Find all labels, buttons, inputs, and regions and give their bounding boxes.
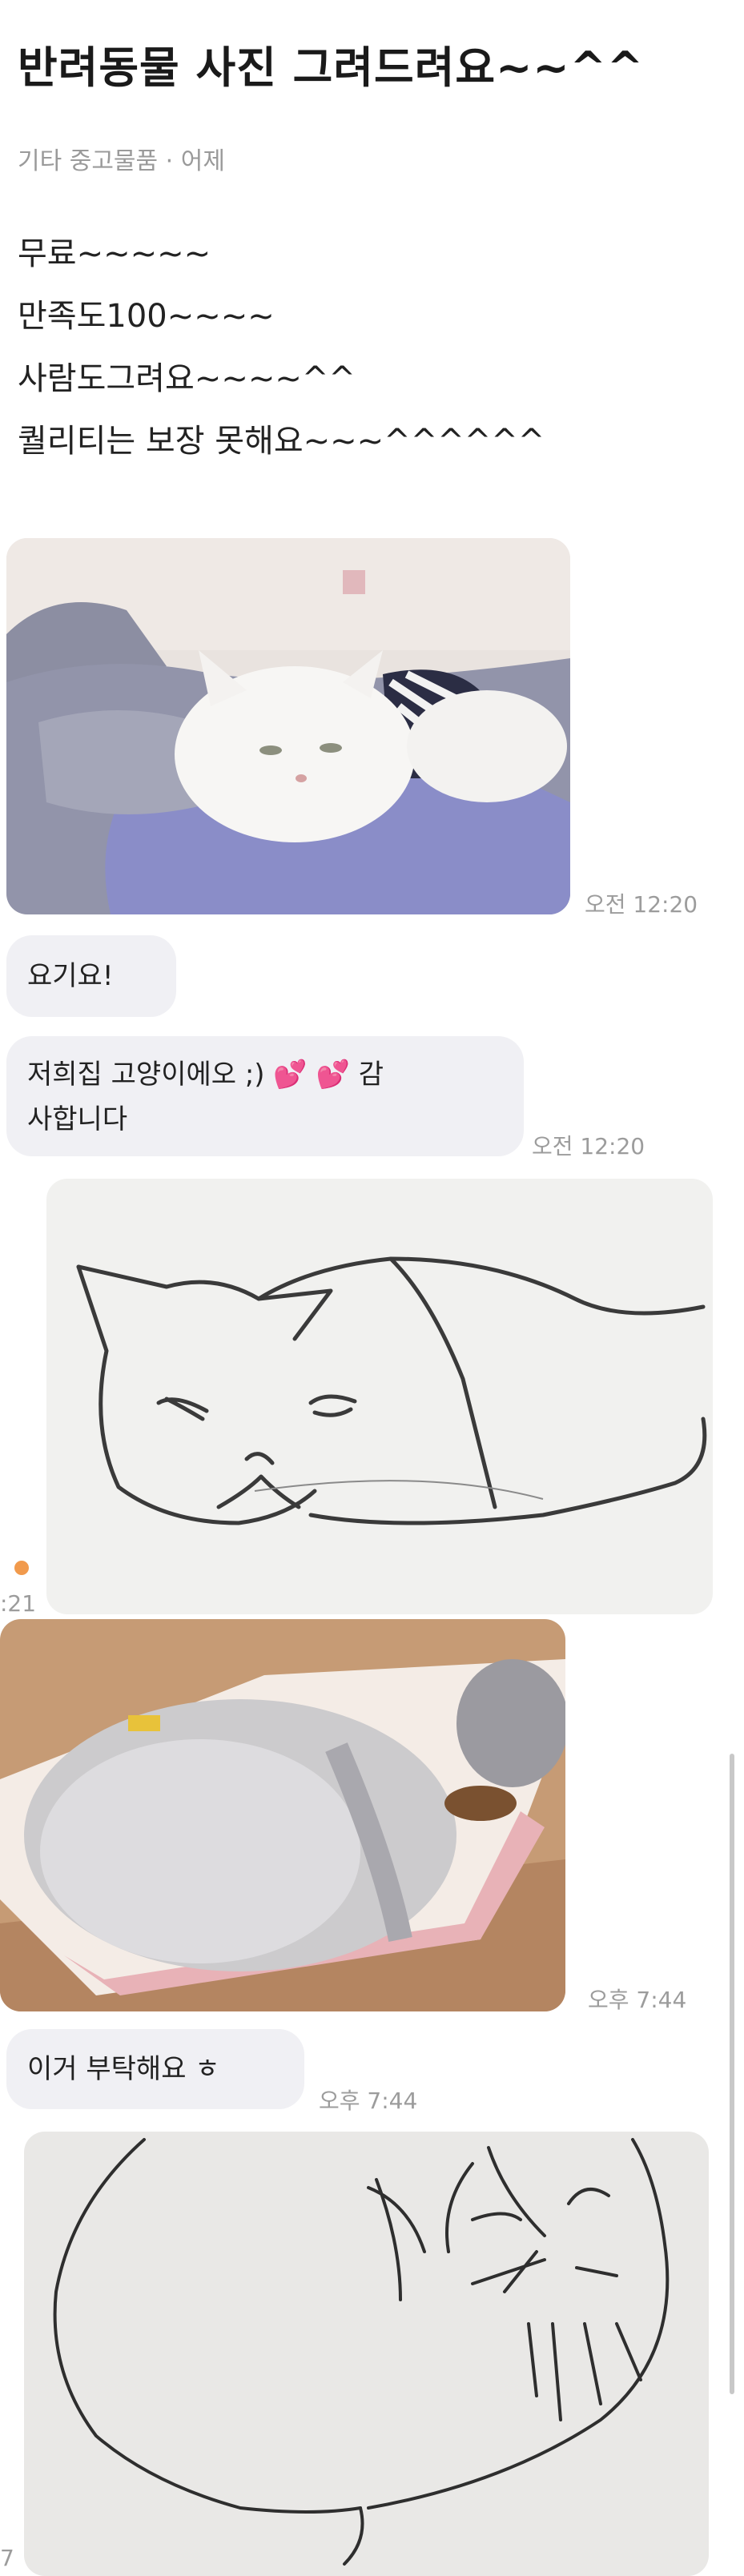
post-meta: 기타 중고물품 · 어제: [18, 147, 225, 175]
message-time-fragment: :21: [0, 1590, 37, 1617]
message-time: 오후 7:44: [588, 1987, 687, 2013]
cat-drawing-sketch-1[interactable]: [46, 1179, 713, 1614]
chat-bubble: 저희집 고양이에오 ;) 💕 💕 감 사합니다: [6, 1036, 524, 1156]
post-body: 무료~~~~~ 만족도100~~~~ 사람도그려요~~~~^^ 퀄리티는 보장 …: [18, 223, 545, 472]
post-body-line: 사람도그려요~~~~^^: [18, 360, 356, 397]
cat-drawing-sketch-2[interactable]: [24, 2132, 709, 2576]
chat-bubble-text: 저희집 고양이에오 ;): [27, 1059, 265, 1091]
message-time: 오전 12:20: [532, 1133, 645, 1159]
chat-bubble-text: 이거 부탁해요 ㅎ: [27, 2053, 220, 2085]
cat-photo-white-cat-bed[interactable]: [6, 538, 570, 914]
chat-bubble: 요기요!: [6, 935, 176, 1017]
scrollbar[interactable]: [730, 1754, 734, 2394]
unread-dot: [14, 1561, 29, 1575]
post-body-line: 무료~~~~~: [18, 235, 211, 272]
two-hearts-emoji: 💕 💕: [273, 1059, 350, 1091]
post-title: 반려동물 사진 그려드려요~~^^: [18, 42, 645, 93]
chat-bubble: 이거 부탁해요 ㅎ: [6, 2029, 304, 2109]
message-time: 오전 12:20: [585, 891, 698, 918]
chat-bubble-text: 사합니다: [27, 1103, 128, 1135]
message-time-fragment: 7: [0, 2545, 14, 2571]
chat-bubble-text: 요기요!: [27, 960, 114, 992]
cat-photo-cat-in-box[interactable]: [0, 1619, 565, 2011]
post-body-line: 만족도100~~~~: [18, 298, 275, 335]
chat-bubble-text: 감: [358, 1059, 384, 1091]
post-body-line: 퀄리티는 보장 못해요~~~^^^^^^: [18, 423, 545, 460]
message-time: 오후 7:44: [319, 2088, 418, 2114]
